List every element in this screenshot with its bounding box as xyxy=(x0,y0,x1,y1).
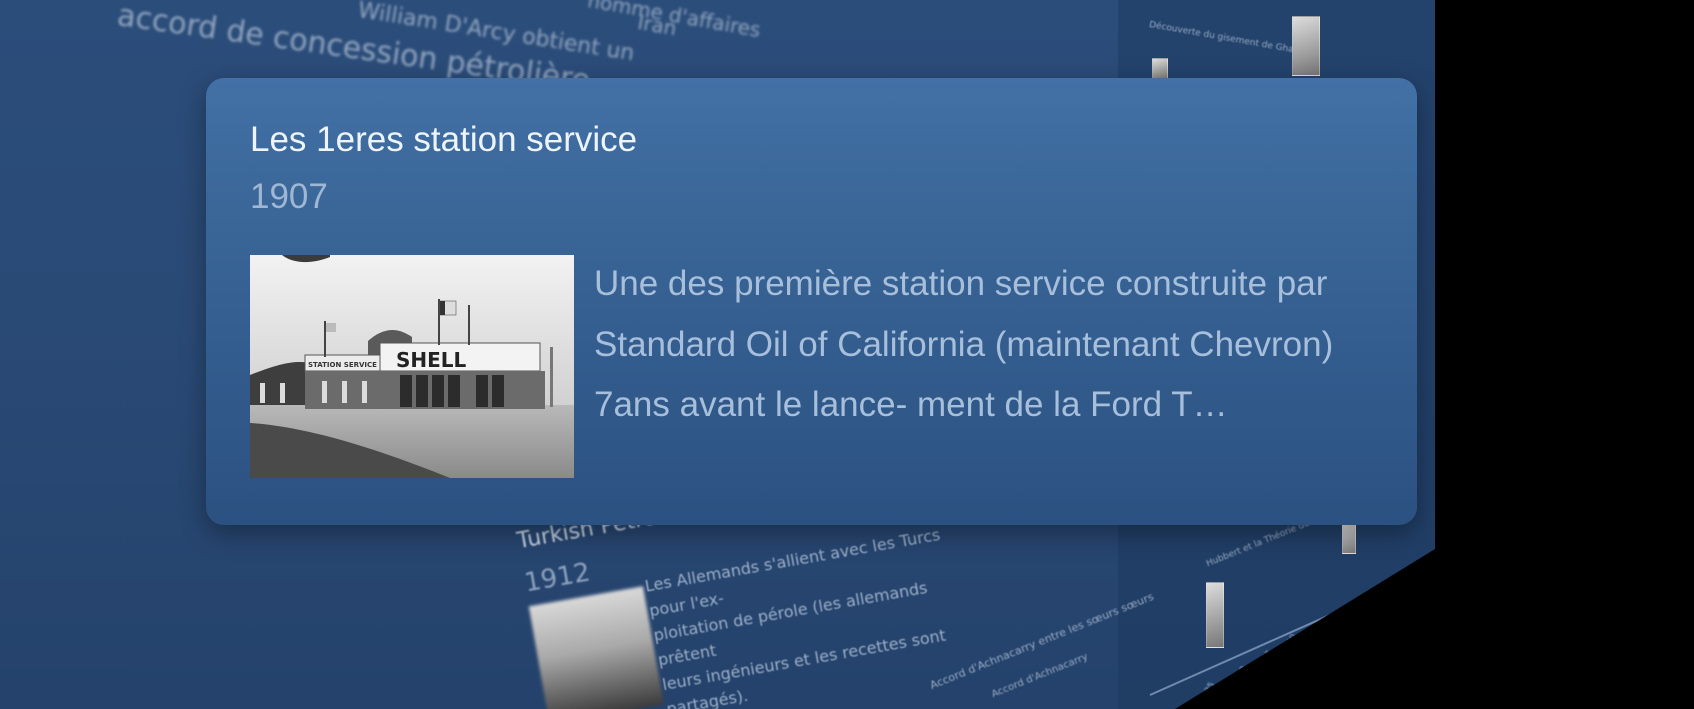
perspective-edge xyxy=(1175,549,1435,709)
event-title: Les 1eres station service xyxy=(250,120,638,159)
station-banner-text: STATION SERVICE xyxy=(308,361,377,369)
bg-event-year: 1912 xyxy=(522,557,593,599)
bg-event-description: Les Allemands s'allient avec les Turcs p… xyxy=(643,525,948,709)
timeline-canvas[interactable]: accord de concession pétrolière William … xyxy=(0,0,1435,709)
bg-event-thumbnail[interactable] xyxy=(1292,16,1320,76)
event-description: Une des première station service constru… xyxy=(594,264,1334,424)
shell-sign-text: SHELL xyxy=(396,348,467,372)
bg-event-photo xyxy=(528,586,664,709)
event-photo: SHELL STATION SERVICE xyxy=(250,255,574,478)
event-detail-card[interactable]: Les 1eres station service 1907 SHELL STA… xyxy=(206,78,1417,525)
event-year: 1907 xyxy=(250,177,328,216)
bg-event-thumbnail[interactable] xyxy=(1152,58,1168,80)
